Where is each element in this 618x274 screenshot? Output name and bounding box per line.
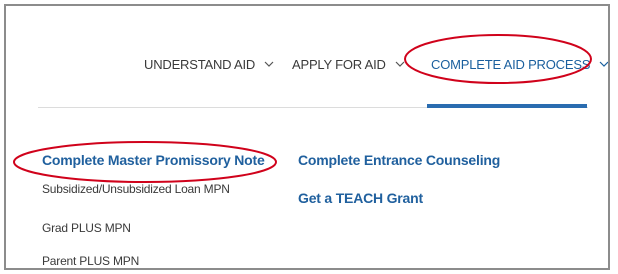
chevron-down-icon	[395, 59, 405, 69]
nav-complete-aid-process-label: COMPLETE AID PROCESS	[431, 56, 591, 72]
nav-apply-for-aid-label: APPLY FOR AID	[292, 56, 386, 72]
complete-mpn-link[interactable]: Complete Master Promissory Note	[42, 152, 265, 168]
chevron-down-icon	[599, 59, 608, 69]
nav-complete-aid-process[interactable]: COMPLETE AID PROCESS	[431, 54, 608, 74]
parent-plus-mpn-link[interactable]: Parent PLUS MPN	[42, 254, 139, 268]
subsidized-unsubsidized-mpn-link[interactable]: Subsidized/Unsubsidized Loan MPN	[42, 182, 230, 196]
active-tab-indicator	[427, 104, 587, 108]
top-navigation: UNDERSTAND AID APPLY FOR AID COMPLETE AI…	[6, 6, 608, 110]
chevron-down-icon	[264, 59, 274, 69]
nav-understand-aid[interactable]: UNDERSTAND AID	[144, 54, 274, 74]
screenshot-frame: UNDERSTAND AID APPLY FOR AID COMPLETE AI…	[4, 4, 610, 270]
nav-apply-for-aid[interactable]: APPLY FOR AID	[292, 54, 405, 74]
grad-plus-mpn-link[interactable]: Grad PLUS MPN	[42, 221, 131, 235]
nav-understand-aid-label: UNDERSTAND AID	[144, 56, 256, 72]
entrance-counseling-link[interactable]: Complete Entrance Counseling	[298, 152, 500, 168]
teach-grant-link[interactable]: Get a TEACH Grant	[298, 190, 423, 206]
